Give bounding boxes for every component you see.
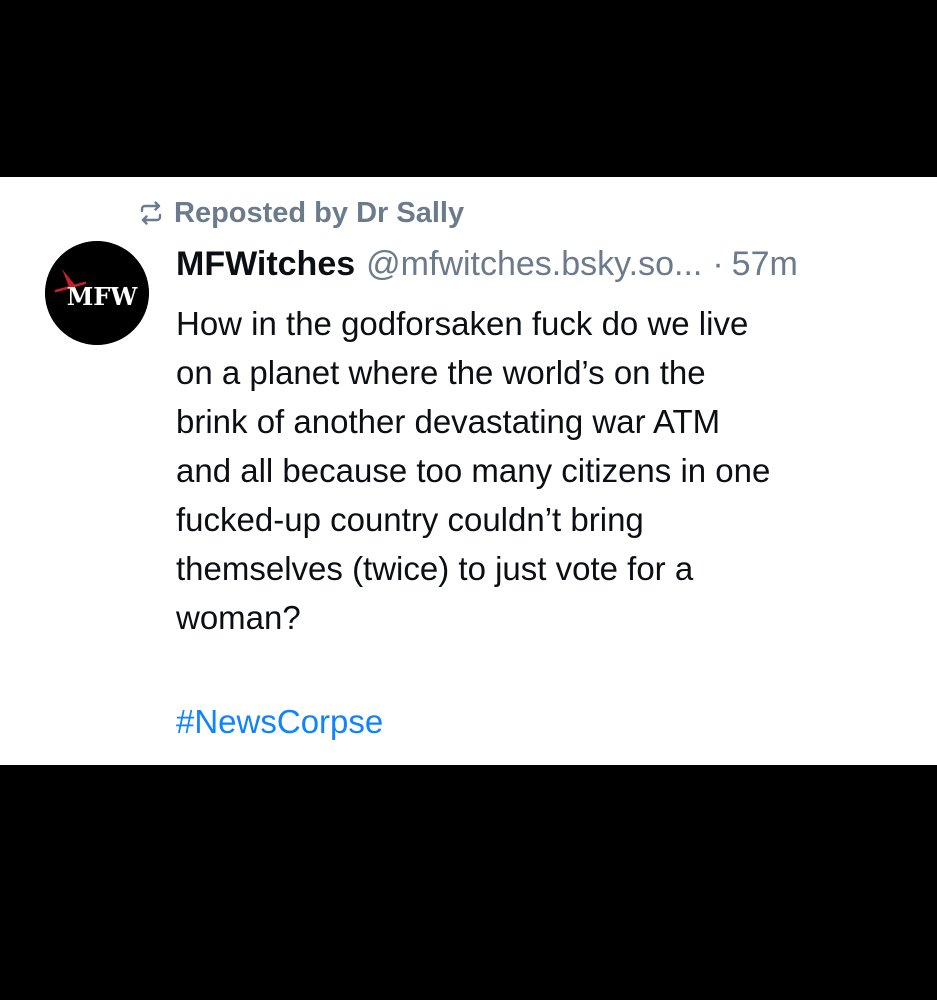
repost-indicator: Reposted by Dr Sally [138, 195, 464, 231]
post-text-line: brink of another devastating war ATM [176, 403, 721, 440]
author-handle[interactable]: @mfwitches.bsky.so... [366, 245, 702, 284]
mfw-logo-icon: MFW [45, 241, 149, 345]
author-display-name[interactable]: MFWitches [176, 245, 355, 284]
post-text-line: fucked-up country couldn’t bring [176, 501, 644, 538]
post-card[interactable]: Reposted by Dr Sally MFW MFWitches @mfwi… [0, 177, 937, 765]
post-text-line: woman? [176, 599, 301, 636]
post-header: MFWitches @mfwitches.bsky.so... · 57m [176, 245, 907, 289]
hashtag-link[interactable]: #NewsCorpse [176, 697, 383, 746]
post-text-line: themselves (twice) to just vote for a [176, 550, 694, 587]
post-text: How in the godforsaken fuck do we live o… [176, 299, 911, 642]
header-separator: · [712, 245, 724, 283]
avatar[interactable]: MFW [45, 241, 149, 345]
post-timestamp[interactable]: 57m [732, 245, 798, 284]
post-text-line: and all because too many citizens in one [176, 452, 771, 489]
mfw-logo-text: MFW [67, 282, 139, 311]
repost-icon [138, 200, 164, 226]
post-text-line: on a planet where the world’s on the [176, 354, 706, 391]
repost-label[interactable]: Reposted by Dr Sally [174, 197, 464, 230]
screenshot-frame: Reposted by Dr Sally MFW MFWitches @mfwi… [0, 0, 937, 1000]
post-text-line: How in the godforsaken fuck do we live [176, 305, 749, 342]
